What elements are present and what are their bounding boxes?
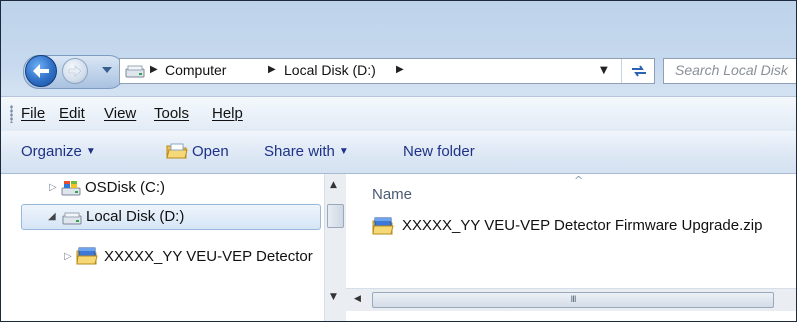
expand-arrow-icon[interactable]: ▷ — [49, 182, 57, 193]
scrollbar-thumb[interactable] — [327, 204, 344, 228]
chevron-down-icon: ▼ — [338, 146, 349, 157]
breadcrumb-separator-icon[interactable]: ▶ — [396, 64, 404, 75]
menu-tools[interactable]: Tools — [154, 105, 189, 122]
search-input[interactable]: Search Local Disk — [663, 58, 796, 84]
drive-icon — [125, 65, 145, 78]
address-bar[interactable]: ▶ Computer ▶ Local Disk (D:) ▶ ▼ — [119, 58, 655, 84]
navigation-bar: ▶ Computer ▶ Local Disk (D:) ▶ ▼ Search … — [1, 51, 796, 91]
forward-button[interactable] — [62, 58, 88, 84]
menu-edit[interactable]: Edit — [59, 105, 85, 122]
scroll-down-icon[interactable]: ▼ — [330, 292, 337, 302]
breadcrumb-local-disk[interactable]: Local Disk (D:) — [284, 62, 376, 78]
back-arrow-icon — [33, 64, 49, 78]
tree-item-label: OSDisk (C:) — [85, 179, 165, 196]
tree-item-osdisk[interactable]: ▷ OSDisk (C:) — [1, 176, 323, 202]
open-button[interactable]: Open — [192, 143, 229, 160]
file-item[interactable]: XXXXX_YY VEU-VEP Detector Firmware Upgra… — [372, 216, 792, 238]
refresh-icon — [631, 65, 646, 77]
command-bar: Organize ▼ Open Share with ▼ New folder — [1, 131, 796, 174]
organize-button[interactable]: Organize ▼ — [21, 143, 96, 160]
scroll-up-icon[interactable]: ▲ — [330, 180, 337, 190]
zip-folder-icon — [372, 217, 394, 235]
file-list-horizontal-scrollbar[interactable]: ◀ III — [346, 288, 796, 311]
navigation-pane: ▷ OSDisk (C:) ◢ Local Disk (D:) ▷ XXXXX_… — [1, 174, 325, 321]
share-with-button[interactable]: Share with ▼ — [264, 143, 349, 160]
drive-icon — [62, 212, 82, 225]
zip-folder-icon — [76, 247, 98, 265]
chevron-down-icon — [102, 66, 112, 73]
column-header-name[interactable]: Name — [372, 186, 412, 203]
menu-grip — [10, 105, 13, 123]
refresh-button[interactable] — [621, 59, 655, 83]
tree-item-zip-folder[interactable]: ▷ XXXXX_YY VEU-VEP Detector — [1, 244, 323, 270]
recent-pages-button[interactable] — [100, 63, 114, 77]
sort-ascending-icon: ^ — [574, 174, 584, 187]
scroll-left-icon[interactable]: ◀ — [354, 294, 361, 304]
os-drive-icon — [61, 181, 81, 196]
scrollbar-thumb[interactable]: III — [372, 292, 774, 308]
address-history-dropdown-icon[interactable]: ▼ — [600, 65, 608, 76]
scrollbar-grip: III — [570, 295, 577, 305]
open-folder-icon — [166, 143, 188, 159]
share-with-label: Share with — [264, 143, 335, 160]
menu-file[interactable]: File — [21, 105, 45, 122]
explorer-window: ▶ Computer ▶ Local Disk (D:) ▶ ▼ Search … — [0, 0, 797, 322]
breadcrumb-computer[interactable]: Computer — [165, 62, 226, 78]
navigation-pane-scrollbar[interactable]: ▲ ▼ — [324, 174, 347, 321]
menu-view[interactable]: View — [104, 105, 136, 122]
expand-arrow-icon[interactable]: ▷ — [64, 251, 72, 262]
tree-item-label: Local Disk (D:) — [86, 208, 185, 225]
forward-arrow-icon — [68, 65, 82, 77]
chevron-down-icon: ▼ — [85, 146, 96, 157]
menu-help[interactable]: Help — [212, 105, 243, 122]
breadcrumb-separator-icon[interactable]: ▶ — [150, 64, 158, 75]
tree-item-local-disk[interactable]: ◢ Local Disk (D:) — [21, 204, 321, 230]
organize-label: Organize — [21, 143, 82, 160]
new-folder-button[interactable]: New folder — [403, 143, 475, 160]
collapse-arrow-icon[interactable]: ◢ — [48, 211, 56, 222]
breadcrumb-separator-icon[interactable]: ▶ — [268, 64, 276, 75]
file-name: XXXXX_YY VEU-VEP Detector Firmware Upgra… — [402, 217, 763, 234]
menu-bar: File Edit View Tools Help — [1, 96, 796, 132]
tree-item-label: XXXXX_YY VEU-VEP Detector — [104, 248, 313, 265]
back-button[interactable] — [25, 55, 57, 87]
